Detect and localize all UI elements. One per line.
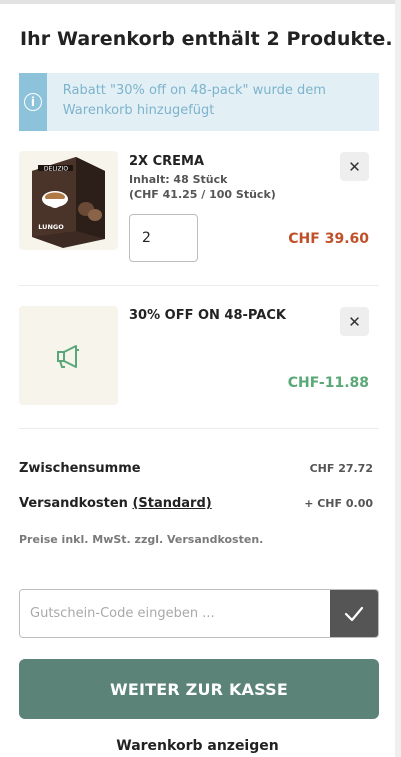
apply-coupon-button[interactable] (330, 590, 378, 637)
package-label: LUNGO (38, 223, 64, 231)
subtotal-label: Zwischensumme (19, 461, 141, 476)
coffee-package-image: DELIZIO LUNGO (32, 157, 105, 248)
discount-notice: i Rabatt "30% off on 48-pack" wurde dem … (19, 73, 379, 131)
cart-panel: Ihr Warenkorb enthält 2 Produkte. i Raba… (0, 0, 395, 757)
check-icon (344, 606, 364, 621)
megaphone-icon (57, 345, 79, 368)
close-icon: ✕ (348, 312, 361, 331)
coupon-field (19, 589, 379, 638)
divider (19, 428, 379, 429)
shipping-row: Versandkosten (Standard) (19, 496, 212, 511)
close-icon: ✕ (348, 157, 361, 176)
discount-price: CHF-11.88 (287, 375, 369, 391)
subtotal-value: CHF 27.72 (309, 462, 373, 475)
quantity-input[interactable] (129, 214, 198, 262)
package-brand: DELIZIO (44, 166, 68, 173)
notice-text: Rabatt "30% off on 48-pack" wurde dem Wa… (62, 83, 326, 118)
discount-name: 30% OFF ON 48-PACK (129, 308, 286, 323)
remove-discount-button[interactable]: ✕ (340, 307, 369, 336)
divider (19, 285, 379, 286)
product-image[interactable]: DELIZIO LUNGO (19, 151, 118, 250)
coupon-input[interactable] (20, 590, 330, 637)
info-icon: i (23, 93, 42, 111)
shipping-method-link[interactable]: (Standard) (132, 496, 211, 511)
remove-item-button[interactable]: ✕ (340, 152, 369, 181)
item-name: 2X CREMA (129, 154, 205, 169)
shipping-label: Versandkosten (19, 496, 128, 511)
item-price: CHF 39.60 (288, 231, 369, 247)
item-unit-price: (CHF 41.25 / 100 Stück) (129, 188, 276, 201)
notice-icon-box: i (19, 73, 47, 131)
checkout-button[interactable]: WEITER ZUR KASSE (19, 659, 379, 719)
cart-title: Ihr Warenkorb enthält 2 Produkte. (20, 28, 393, 50)
view-cart-link[interactable]: Warenkorb anzeigen (0, 738, 395, 754)
scrollbar[interactable] (395, 0, 401, 757)
tax-note: Preise inkl. MwSt. zzgl. Versandkosten. (19, 533, 264, 546)
shipping-value: + CHF 0.00 (304, 497, 373, 510)
item-content: Inhalt: 48 Stück (129, 173, 228, 186)
discount-thumb (19, 306, 118, 405)
